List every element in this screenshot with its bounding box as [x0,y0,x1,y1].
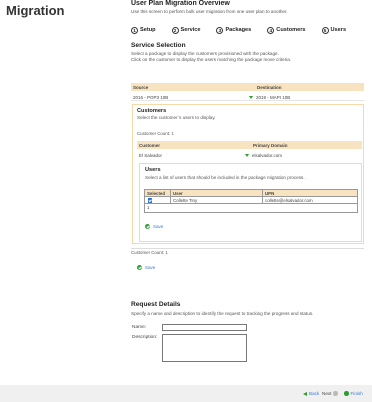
customers-title: Customers [137,108,167,114]
upn-cell: collette@elsalvador.com [265,198,313,204]
step-users[interactable]: 5 Users [321,25,347,35]
customers-table-header: Customer Primary Domain [137,141,362,149]
step-label: Setup [140,27,156,33]
service-selection-description: Select a package to display the customer… [131,51,361,63]
finish-label: Finish [350,391,363,396]
customers-save-button[interactable]: Save [137,265,155,270]
arrow-left-icon [303,391,307,396]
step-label: Customers [276,27,306,33]
save-label: Save [153,224,164,229]
overview-title: User Plan Migration Overview [131,0,230,7]
check-circle-icon [137,265,142,270]
col-source: Source [133,84,149,90]
finish-button[interactable]: Finish [344,391,363,396]
description-line: Click on the customer to display the use… [131,57,292,62]
col-destination: Destination [257,84,282,90]
step-number: 2 [171,26,179,34]
col-primary-domain: Primary Domain [253,142,288,148]
col-selected: Selected [147,191,166,197]
step-number: 1 [131,26,138,34]
col-upn: UPN [265,191,275,197]
wizard-steps: 1 Setup 2 Service 3 Packages 4 Customers 5 Us… [131,25,371,35]
step-label: Service [180,27,201,33]
user-cell: Collette Tiny [173,198,198,204]
service-table-header: Source Destination [131,83,364,91]
step-service[interactable]: 2 Service [171,25,201,35]
divider [131,248,364,249]
customer-cell: El Salvador [139,152,163,158]
service-selection-title: Service Selection [131,42,186,49]
step-number: 3 [216,26,224,34]
column-divider [170,190,171,196]
step-label: Users [330,27,347,33]
col-user: User [173,191,183,197]
domain-value: elsalvador.com [252,152,283,158]
users-title: Users [145,167,161,173]
source-cell: 2016 - POP3 10B [133,94,169,100]
back-button[interactable]: Back [303,391,319,396]
name-label: Name: [132,325,147,330]
column-divider [170,197,171,203]
step-setup[interactable]: 1 Setup [131,25,156,35]
users-table-header: Selected User UPN [145,190,357,197]
step-customers[interactable]: 4 Customers [267,25,306,35]
page-number[interactable]: 1 [147,205,149,210]
users-save-button[interactable]: Save [145,224,163,229]
expand-triangle-icon[interactable] [249,95,253,99]
domain-cell: elsalvador.com [245,153,282,158]
users-table: Selected User UPN Collette Tiny collette… [144,189,358,213]
back-label: Back [309,391,320,396]
name-input[interactable] [162,324,247,331]
page-title: Migration [6,3,65,18]
column-divider [262,197,263,203]
table-footer-row: 1 [145,204,357,212]
table-row[interactable]: Collette Tiny collette@elsalvador.com [145,197,357,204]
check-circle-icon [344,391,349,396]
next-circle-icon [333,391,338,396]
next-label: Next [322,391,332,396]
column-divider [262,190,263,196]
overview-description: Use this screen to perform bulk user mig… [131,9,288,14]
selected-checkbox[interactable] [148,198,153,203]
destination-value: 2019 - MAPI 10B [256,94,291,100]
description-label: Description: [132,335,158,340]
step-packages[interactable]: 3 Packages [216,25,251,35]
users-description: Select a list of users that should be in… [145,175,305,180]
next-button: Next [322,391,338,396]
description-textarea[interactable] [162,334,247,362]
expand-triangle-icon[interactable] [245,153,249,157]
customers-description: Select the customer`s users to display. [137,115,216,120]
check-circle-icon [145,224,150,229]
service-table-row[interactable]: 2016 - POP3 10B 2019 - MAPI 10B [131,93,364,101]
destination-cell: 2019 - MAPI 10B [249,95,290,100]
step-number: 5 [321,26,329,34]
customer-count: Customer Count: 1 [137,131,174,136]
col-customer: Customer [139,142,161,148]
customer-count-bottom: Customer Count: 1 [131,250,168,255]
customers-table-row[interactable]: El Salvador elsalvador.com [137,151,362,159]
request-details-title: Request Details [131,301,181,308]
save-label: Save [145,265,156,270]
request-details-description: Specify a name and description to identi… [131,311,314,316]
step-number: 4 [267,26,275,34]
step-label: Packages [225,27,252,33]
